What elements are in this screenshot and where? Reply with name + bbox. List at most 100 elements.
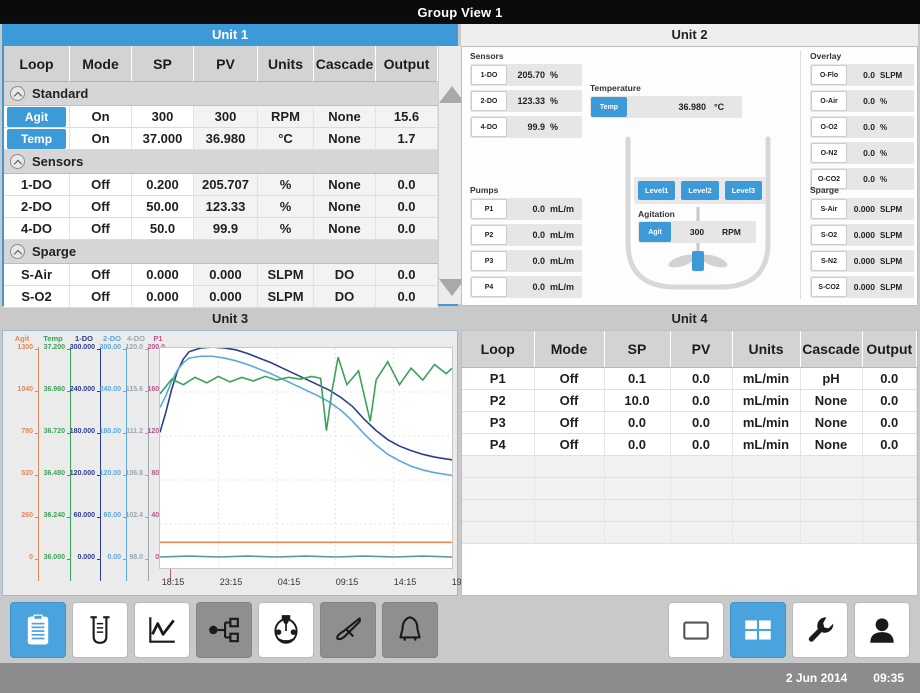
unit3-panel[interactable]: Unit 3 Agit 1300 1040 780 520 260 0 Temp 37.200 3… <box>2 308 474 597</box>
loop-cell[interactable]: P4 <box>462 433 535 456</box>
sensor-key[interactable]: 1-DO <box>471 65 507 85</box>
level1-button[interactable]: Level1 <box>638 181 676 200</box>
chevron-up-icon[interactable] <box>10 154 25 169</box>
agitation-key[interactable]: Agit <box>639 222 671 242</box>
cascade-cell[interactable]: None <box>314 106 376 128</box>
overlay-key[interactable]: O-Air <box>811 91 847 111</box>
single-view-icon-button[interactable] <box>668 602 724 658</box>
mode-cell[interactable]: Off <box>70 264 132 286</box>
overlay-key[interactable]: O-O2 <box>811 117 847 137</box>
loop-cell[interactable]: P3 <box>462 411 535 434</box>
unit4-title[interactable]: Unit 4 <box>461 308 918 330</box>
sensor-row[interactable]: 2-DO 123.33 % <box>470 90 582 112</box>
unit1-panel[interactable]: Unit 1 Loop Mode SP PV Units Cascade Out… <box>2 24 465 308</box>
loop-tag[interactable]: Temp <box>7 129 66 149</box>
sp-cell[interactable]: 0.0 <box>604 433 671 456</box>
sp-cell[interactable]: 0.0 <box>604 411 671 434</box>
loop-cell[interactable]: S-O2 <box>4 286 70 308</box>
group-header-sensors[interactable]: Sensors <box>4 150 438 174</box>
pump-key[interactable]: P4 <box>471 277 507 297</box>
mode-cell[interactable]: Off <box>70 196 132 218</box>
level3-button[interactable]: Level3 <box>724 181 763 200</box>
cascade-cell[interactable]: None <box>800 389 863 412</box>
cascade-cell[interactable]: None <box>800 433 863 456</box>
group-header-sparge[interactable]: Sparge <box>4 240 438 264</box>
chart-axis-temp[interactable]: Temp 37.200 36.960 36.720 36.480 36.240 36.000 <box>35 331 71 595</box>
loop-cell[interactable]: 2-DO <box>4 196 70 218</box>
sparge-row[interactable]: S-CO2 0.000 SLPM <box>810 276 914 298</box>
pipette-icon-button[interactable] <box>320 602 376 658</box>
table-row[interactable]: P4 Off 0.0 0.0 mL/min None 0.0 <box>462 433 917 456</box>
table-row[interactable]: 2-DO Off 50.00 123.33 % None 0.0 <box>4 196 438 218</box>
loop-cell[interactable]: 4-DO <box>4 218 70 240</box>
unit2-title[interactable]: Unit 2 <box>461 24 918 46</box>
sp-cell[interactable]: 10.0 <box>604 389 671 412</box>
cascade-cell[interactable]: DO <box>314 286 376 308</box>
cascade-cell[interactable]: pH <box>800 367 863 390</box>
overlay-row[interactable]: O-O2 0.0 % <box>810 116 914 138</box>
sensor-row[interactable]: 4-DO 99.9 % <box>470 116 582 138</box>
sparge-row[interactable]: S-Air 0.000 SLPM <box>810 198 914 220</box>
sparge-row[interactable]: S-N2 0.000 SLPM <box>810 250 914 272</box>
user-icon-button[interactable] <box>854 602 910 658</box>
wrench-icon-button[interactable] <box>792 602 848 658</box>
table-row[interactable]: P1 Off 0.1 0.0 mL/min pH 0.0 <box>462 367 917 390</box>
sp-cell[interactable]: 0.000 <box>132 264 194 286</box>
sensor-key[interactable]: 4-DO <box>471 117 507 137</box>
unit3-title[interactable]: Unit 3 <box>2 308 458 330</box>
temperature-key[interactable]: Temp <box>591 97 627 117</box>
loop-cell[interactable]: 1-DO <box>4 174 70 196</box>
group-header-standard[interactable]: Standard <box>4 82 438 106</box>
table-row[interactable]: Temp On 37.000 36.980 °C None 1.7 <box>4 128 438 150</box>
unit4-panel[interactable]: Unit 4 Loop Mode SP PV Units Cascade Out… <box>461 308 918 597</box>
probe-icon-button[interactable] <box>72 602 128 658</box>
loop-cell[interactable]: Agit <box>4 106 70 128</box>
loop-cell[interactable]: Temp <box>4 128 70 150</box>
mode-cell[interactable]: Off <box>70 286 132 308</box>
table-row[interactable]: 1-DO Off 0.200 205.707 % None 0.0 <box>4 174 438 196</box>
unit1-title[interactable]: Unit 1 <box>2 24 458 46</box>
pump-row[interactable]: P2 0.0 mL/m <box>470 224 582 246</box>
table-row[interactable]: S-Air Off 0.000 0.000 SLPM DO 0.0 <box>4 264 438 286</box>
sensor-row[interactable]: 1-DO 205.70 % <box>470 64 582 86</box>
sp-cell[interactable]: 0.000 <box>132 286 194 308</box>
sparge-key[interactable]: S-CO2 <box>811 277 847 297</box>
overlay-row[interactable]: O-Flo 0.0 SLPM <box>810 64 914 86</box>
sparge-key[interactable]: S-N2 <box>811 251 847 271</box>
sp-cell[interactable]: 50.0 <box>132 218 194 240</box>
trend-chart-icon-button[interactable] <box>134 602 190 658</box>
mode-cell[interactable]: Off <box>70 218 132 240</box>
mode-cell[interactable]: On <box>70 106 132 128</box>
network-icon-button[interactable] <box>196 602 252 658</box>
cascade-cell[interactable]: DO <box>314 264 376 286</box>
trend-chart[interactable]: Agit 1300 1040 780 520 260 0 Temp 37.200 36.960 36… <box>3 331 474 595</box>
sp-cell[interactable]: 0.200 <box>132 174 194 196</box>
mode-cell[interactable]: Off <box>534 389 605 412</box>
cascade-cell[interactable]: None <box>314 174 376 196</box>
level2-button[interactable]: Level2 <box>681 181 719 200</box>
table-row[interactable]: P3 Off 0.0 0.0 mL/min None 0.0 <box>462 411 917 434</box>
pump-row[interactable]: P4 0.0 mL/m <box>470 276 582 298</box>
overlay-row[interactable]: O-Air 0.0 % <box>810 90 914 112</box>
mode-cell[interactable]: Off <box>534 411 605 434</box>
chevron-up-icon[interactable] <box>10 86 25 101</box>
sparge-key[interactable]: S-O2 <box>811 225 847 245</box>
mode-cell[interactable]: Off <box>70 174 132 196</box>
loop-cell[interactable]: S-Air <box>4 264 70 286</box>
sparge-key[interactable]: S-Air <box>811 199 847 219</box>
alarm-bell-icon-button[interactable] <box>382 602 438 658</box>
pump-key[interactable]: P1 <box>471 199 507 219</box>
unit2-panel[interactable]: Unit 2 Sensors 1-DO 205.70 % 2-DO 123.33… <box>461 24 918 306</box>
sp-cell[interactable]: 300 <box>132 106 194 128</box>
overlay-row[interactable]: O-N2 0.0 % <box>810 142 914 164</box>
pump-row[interactable]: P3 0.0 mL/m <box>470 250 582 272</box>
temperature-row[interactable]: Temp 36.980 °C <box>590 96 742 118</box>
chart-axis-agit[interactable]: Agit 1300 1040 780 520 260 0 <box>5 331 39 595</box>
table-row[interactable]: S-O2 Off 0.000 0.000 SLPM DO 0.0 <box>4 286 438 308</box>
recipe-icon-button[interactable] <box>10 602 66 658</box>
sensor-key[interactable]: 2-DO <box>471 91 507 111</box>
chevron-up-icon[interactable] <box>10 244 25 259</box>
overlay-key[interactable]: O-N2 <box>811 143 847 163</box>
mode-cell[interactable]: Off <box>534 433 605 456</box>
cascade-cell[interactable]: None <box>314 196 376 218</box>
